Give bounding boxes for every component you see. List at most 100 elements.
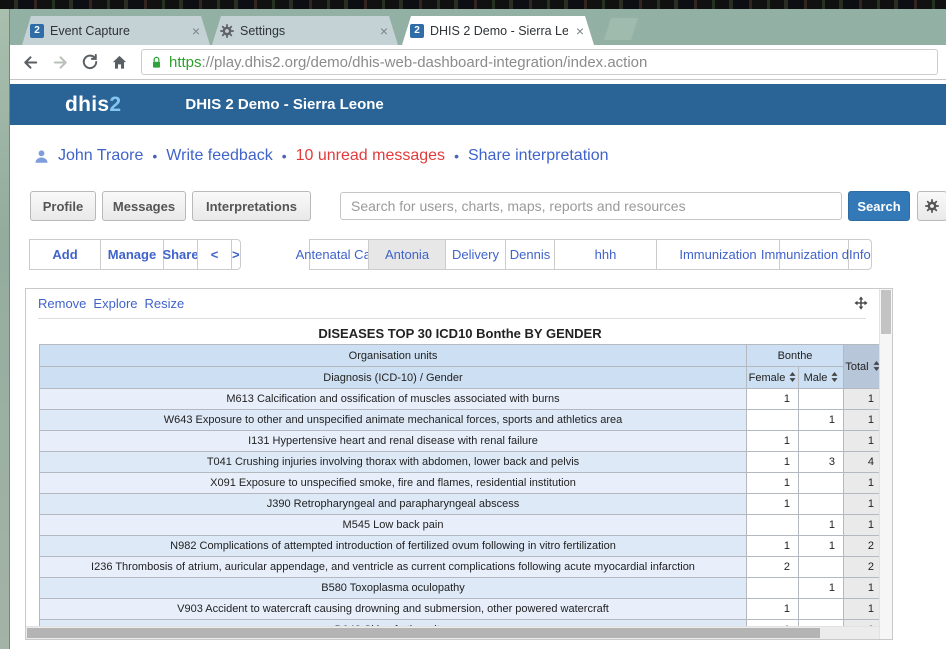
dashboard-controls: AddManageShare<> [30,239,241,270]
browser-tab-strip: 2 Event Capture × Settings × 2 DHIS 2 De… [10,9,946,45]
total-value-cell: 1 [844,515,882,536]
diagnosis-cell: V903 Accident to watercraft causing drow… [40,599,747,620]
female-header-label: Female [749,372,786,384]
dashboard-page: John Traore • Write feedback • 10 unread… [10,125,946,649]
browser-tab-dhis2-demo[interactable]: 2 DHIS 2 Demo - Sierra Leo × [402,16,594,45]
total-value-cell: 1 [844,494,882,515]
sort-icon[interactable] [789,372,796,382]
home-icon[interactable] [111,54,128,71]
female-value-cell: 1 [747,599,799,620]
total-value-cell: 4 [844,452,882,473]
search-input[interactable] [340,192,842,220]
user-icon [34,149,49,164]
total-value-cell: 1 [844,473,882,494]
tab-close-icon[interactable]: × [574,24,586,38]
male-column-header[interactable]: Male [799,367,844,389]
male-value-cell [799,473,844,494]
write-feedback-link[interactable]: Write feedback [166,147,272,165]
male-value-cell: 3 [799,452,844,473]
dashboard-control-button[interactable]: Share [163,239,198,270]
male-value-cell [799,389,844,410]
forward-icon[interactable] [52,54,69,71]
desktop-background-strip-left [0,9,10,649]
dhis2-logo[interactable]: dhis2 [65,93,121,117]
total-value-cell: 1 [844,410,882,431]
browser-tab-event-capture[interactable]: 2 Event Capture × [22,16,210,45]
diagnosis-cell: M545 Low back pain [40,515,747,536]
table-row: I236 Thrombosis of atrium, auricular app… [40,557,882,578]
dashboard-tab[interactable]: Delivery [445,239,506,270]
messages-button[interactable]: Messages [102,191,186,221]
reload-icon[interactable] [82,54,98,70]
diagnosis-cell: N982 Complications of attempted introduc… [40,536,747,557]
diagnosis-cell: T041 Crushing injuries involving thorax … [40,452,747,473]
separator-dot: • [282,148,287,164]
diagnosis-cell: M613 Calcification and ossification of m… [40,389,747,410]
separator-dot: • [454,148,459,164]
table-row: N982 Complications of attempted introduc… [40,536,882,557]
male-header-label: Male [804,372,828,384]
female-value-cell [747,578,799,599]
table-row: I131 Hypertensive heart and renal diseas… [40,431,882,452]
dashboard-tab[interactable]: Antonia [368,239,446,270]
diagnosis-cell: B580 Toxoplasma oculopathy [40,578,747,599]
table-row: M545 Low back pain 1 1 [40,515,882,536]
tab-close-icon[interactable]: × [378,24,390,38]
dashboard-tab[interactable]: Dennis [505,239,555,270]
unread-messages-link[interactable]: 10 unread messages [296,147,445,165]
dashboard-tab[interactable]: Antenatal Care [309,239,369,270]
male-value-cell [799,557,844,578]
dashboard-tab[interactable]: hhh [554,239,657,270]
address-bar[interactable]: https://play.dhis2.org/demo/dhis-web-das… [141,49,938,75]
settings-gear-button[interactable] [917,191,946,221]
male-value-cell: 1 [799,578,844,599]
url-scheme: https [169,54,202,71]
search-button[interactable]: Search [848,191,910,221]
widget-horizontal-scrollbar[interactable] [26,626,879,639]
pivot-table-title: DISEASES TOP 30 ICD10 Bonthe BY GENDER [39,326,881,341]
dashboard-tab[interactable]: Info [848,239,872,270]
scrollbar-thumb[interactable] [881,290,891,334]
user-name-link[interactable]: John Traore [58,147,143,165]
gear-icon [925,199,939,213]
browser-tab-label: DHIS 2 Demo - Sierra Leo [430,24,568,38]
total-header-label: Total [845,361,868,373]
dhis2-favicon: 2 [410,24,424,38]
widget-action-link[interactable]: Resize [145,296,185,311]
table-row: B580 Toxoplasma oculopathy 1 1 [40,578,882,599]
dashboard-control-button[interactable]: > [231,239,241,270]
dashboard-control-button[interactable]: Add [29,239,101,270]
dashboard-control-button[interactable]: Manage [100,239,164,270]
profile-button[interactable]: Profile [30,191,96,221]
new-tab-button[interactable] [604,18,638,40]
widget-vertical-scrollbar[interactable] [879,289,892,639]
pivot-table-widget: Remove Explore Resize DISEASES TOP 30 ICD1… [25,288,893,640]
widget-action-link[interactable]: Explore [93,296,137,311]
url-rest: ://play.dhis2.org/demo/dhis-web-dashboar… [202,54,648,71]
total-value-cell: 2 [844,536,882,557]
site-title: DHIS 2 Demo - Sierra Leone [185,96,383,113]
table-row: X091 Exposure to unspecified smoke, fire… [40,473,882,494]
female-column-header[interactable]: Female [747,367,799,389]
browser-tab-settings[interactable]: Settings × [212,16,398,45]
female-value-cell: 1 [747,473,799,494]
scrollbar-thumb[interactable] [27,628,820,638]
browser-toolbar: https://play.dhis2.org/demo/dhis-web-das… [10,45,946,80]
dashboard-control-button[interactable]: < [197,239,232,270]
total-value-cell: 1 [844,578,882,599]
move-handle-icon[interactable] [854,296,868,315]
dashboard-tab-bar: Antenatal CareAntoniaDeliveryDennishhh Im… [310,239,872,270]
total-column-header[interactable]: Total [844,345,882,389]
sort-icon[interactable] [831,372,838,382]
interpretations-button[interactable]: Interpretations [192,191,311,221]
share-interpretation-link[interactable]: Share interpretation [468,147,609,165]
pivot-table: Organisation units Bonthe Total Diagnosi… [39,344,882,640]
dashboard-tab[interactable]: Immunization data [779,239,849,270]
tab-close-icon[interactable]: × [190,24,202,38]
browser-window: 2 Event Capture × Settings × 2 DHIS 2 De… [10,9,946,649]
back-icon[interactable] [22,54,39,71]
logo-accent: 2 [109,93,121,116]
widget-actions: Remove Explore Resize [38,296,184,311]
widget-action-link[interactable]: Remove [38,296,86,311]
pivot-table-body: M613 Calcification and ossification of m… [40,389,882,641]
